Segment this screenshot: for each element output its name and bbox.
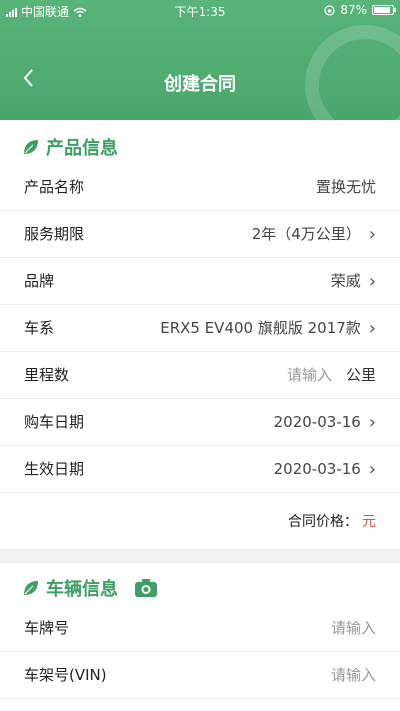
row-label: 购车日期 [24, 413, 85, 431]
series-value: ERX5 EV400 旗舰版 2017款 [160, 319, 361, 337]
chevron-right-icon: › [368, 459, 376, 480]
chevron-right-icon: › [368, 412, 376, 433]
row-label: 生效日期 [24, 460, 85, 478]
contract-price-row: 合同价格： 元 [0, 495, 400, 547]
row-label: 产品名称 [24, 178, 85, 196]
battery-icon [372, 5, 396, 15]
row-service-period[interactable]: 服务期限 2年（4万公里） › [0, 211, 400, 258]
contract-price-label: 合同价格： [288, 514, 358, 530]
leaf-icon [24, 581, 38, 595]
mileage-input[interactable]: 请输入 [287, 352, 332, 399]
contract-price-currency: 元 [362, 514, 376, 530]
app-header: 中国联通 下午1:35 87% 创建合同 [0, 0, 400, 120]
leaf-icon [24, 140, 38, 154]
plate-number-input[interactable]: 请输入 [331, 605, 376, 652]
chevron-right-icon: › [368, 271, 376, 292]
row-series[interactable]: 车系 ERX5 EV400 旗舰版 2017款 › [0, 305, 400, 352]
brand-value: 荣威 [330, 272, 361, 290]
row-label: 车系 [24, 319, 55, 337]
row-value: 2020-03-16 › [274, 399, 376, 446]
row-label: 车架号(VIN) [24, 666, 107, 684]
row-plate-number: 车牌号 请输入 [0, 605, 400, 652]
product-section-title: 产品信息 [46, 138, 118, 159]
row-label: 车牌号 [24, 619, 70, 637]
status-bar: 中国联通 下午1:35 87% [0, 0, 400, 22]
row-value: 置换无忧 [316, 164, 376, 211]
row-value: 2年（4万公里） › [252, 211, 376, 258]
purchase-date-value: 2020-03-16 [273, 413, 361, 431]
vehicle-section-title: 车辆信息 [46, 579, 118, 600]
product-name-value: 置换无忧 [315, 178, 376, 196]
vin-input[interactable]: 请输入 [331, 652, 376, 699]
page-title: 创建合同 [164, 74, 236, 95]
rotation-lock-icon [324, 4, 335, 16]
camera-icon[interactable] [134, 578, 158, 598]
row-value: 请输入 [331, 605, 376, 652]
row-vin: 车架号(VIN) 请输入 [0, 652, 400, 699]
row-value: ERX5 EV400 旗舰版 2017款 › [160, 305, 376, 352]
chevron-right-icon: › [368, 224, 376, 245]
service-period-value: 2年（4万公里） [251, 225, 361, 243]
row-product-name: 产品名称 置换无忧 [0, 164, 400, 211]
row-label: 品牌 [24, 272, 55, 290]
row-effective-date[interactable]: 生效日期 2020-03-16 › [0, 446, 400, 493]
row-purchase-date[interactable]: 购车日期 2020-03-16 › [0, 399, 400, 446]
row-label: 里程数 [24, 366, 70, 384]
battery-percent: 87% [340, 3, 367, 17]
row-value: 2020-03-16 › [274, 446, 376, 493]
row-brand[interactable]: 品牌 荣威 › [0, 258, 400, 305]
section-divider [0, 549, 400, 563]
row-mileage: 里程数 请输入 公里 [0, 352, 400, 399]
effective-date-value: 2020-03-16 [273, 460, 361, 478]
row-label: 服务期限 [24, 225, 85, 243]
chevron-right-icon: › [368, 318, 376, 339]
row-value: 请输入 公里 [287, 352, 376, 399]
mileage-unit: 公里 [345, 366, 376, 384]
row-value: 请输入 [331, 652, 376, 699]
row-value: 荣威 › [331, 258, 376, 305]
